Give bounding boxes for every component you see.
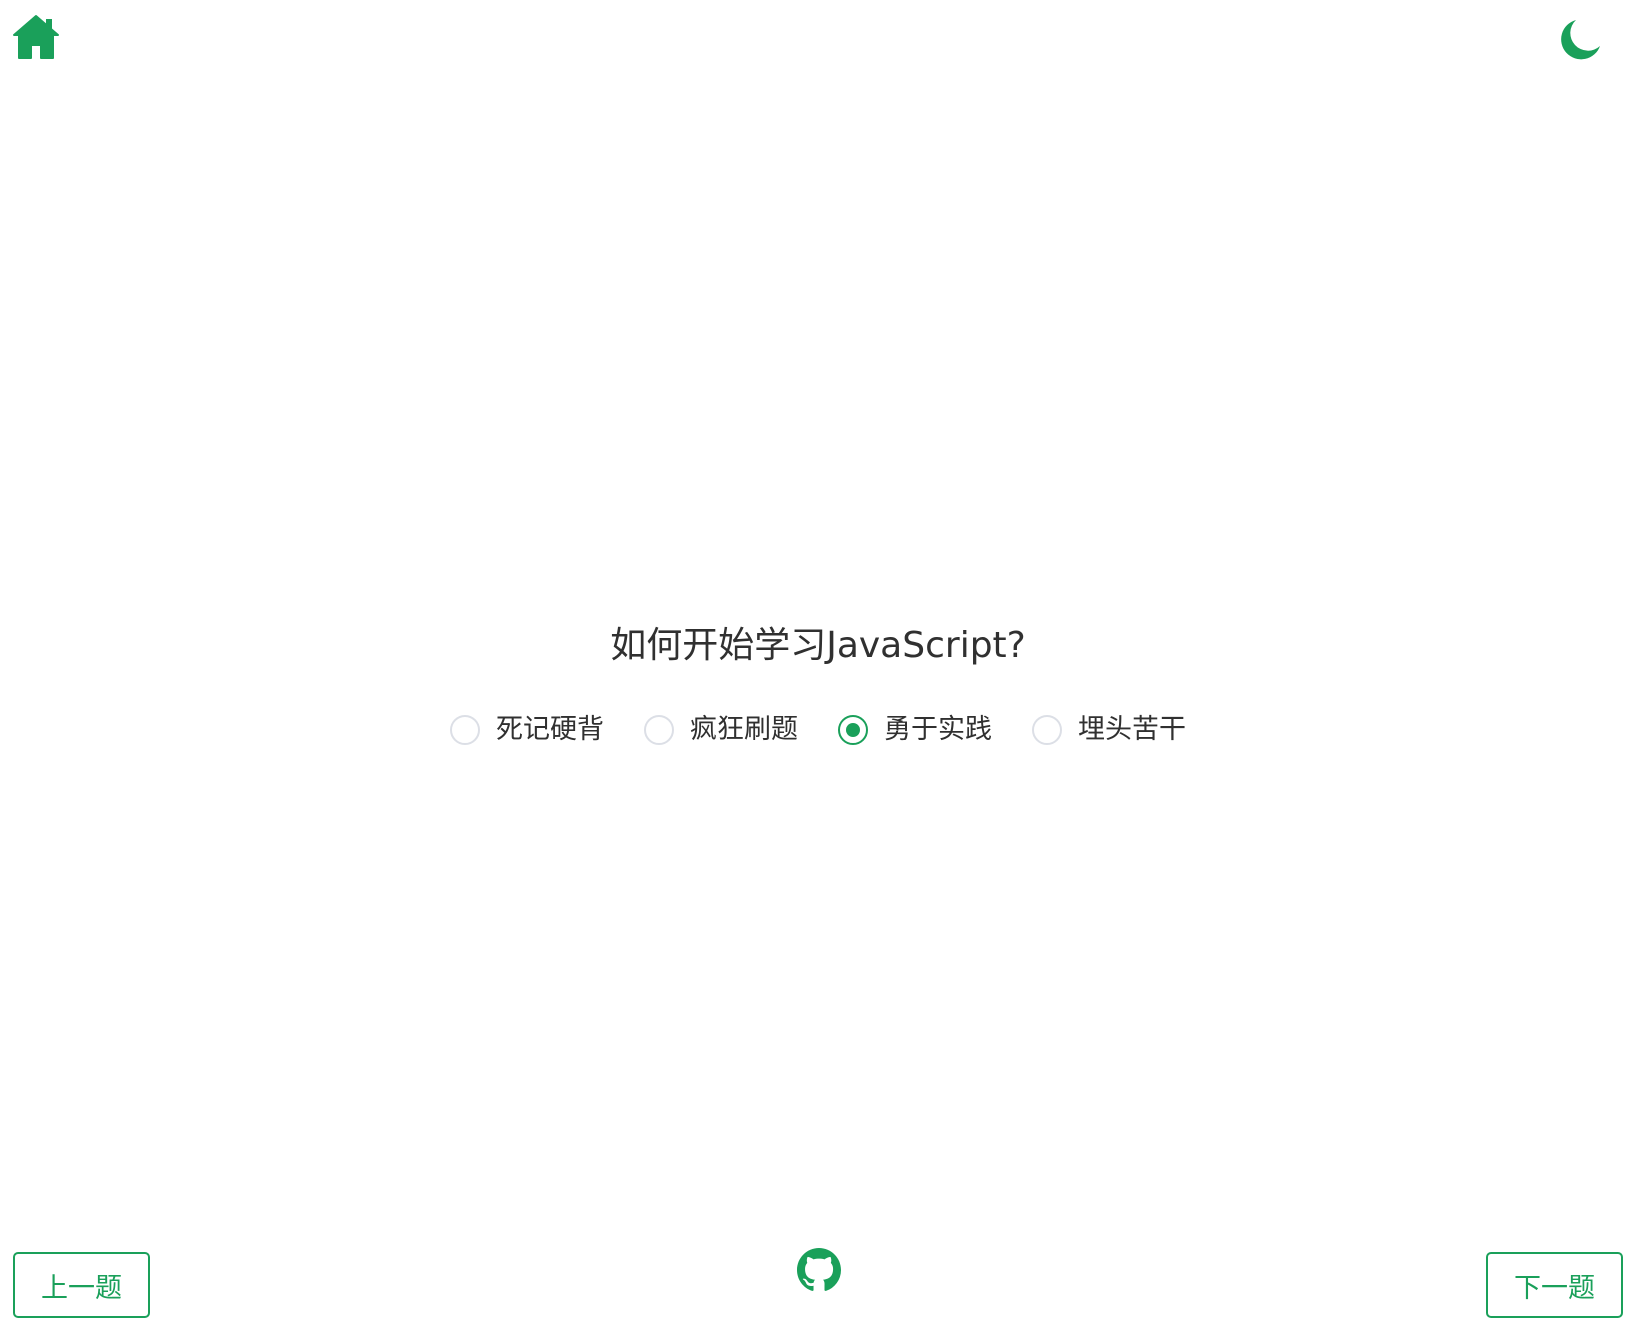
question-title: 如何开始学习JavaScript? bbox=[610, 625, 1026, 666]
radio-button[interactable] bbox=[1032, 715, 1062, 745]
home-button[interactable] bbox=[12, 14, 60, 60]
option-label: 死记硬背 bbox=[496, 714, 604, 745]
option-label: 勇于实践 bbox=[884, 714, 992, 745]
radio-button[interactable] bbox=[450, 715, 480, 745]
radio-button[interactable] bbox=[644, 715, 674, 745]
option-2[interactable]: 勇于实践 bbox=[838, 712, 992, 748]
next-question-button[interactable]: 下一题 bbox=[1486, 1252, 1623, 1318]
radio-dot bbox=[846, 723, 860, 737]
github-link[interactable] bbox=[797, 1248, 841, 1292]
option-label: 疯狂刷题 bbox=[690, 714, 798, 745]
github-icon bbox=[797, 1248, 841, 1291]
theme-toggle-button[interactable] bbox=[1558, 18, 1602, 62]
home-icon bbox=[13, 15, 59, 59]
radio-button-checked[interactable] bbox=[838, 715, 868, 745]
option-0[interactable]: 死记硬背 bbox=[450, 712, 604, 748]
option-1[interactable]: 疯狂刷题 bbox=[644, 712, 798, 748]
quiz-section: 如何开始学习JavaScript? 死记硬背 疯狂刷题 勇于实践 埋头苦干 bbox=[0, 620, 1636, 748]
options-group: 死记硬背 疯狂刷题 勇于实践 埋头苦干 bbox=[0, 712, 1636, 748]
quiz-page: 如何开始学习JavaScript? 死记硬背 疯狂刷题 勇于实践 埋头苦干 上一… bbox=[0, 0, 1636, 1332]
prev-question-button[interactable]: 上一题 bbox=[13, 1252, 150, 1318]
option-3[interactable]: 埋头苦干 bbox=[1032, 712, 1186, 748]
option-label: 埋头苦干 bbox=[1078, 714, 1186, 745]
moon-icon bbox=[1561, 20, 1600, 60]
